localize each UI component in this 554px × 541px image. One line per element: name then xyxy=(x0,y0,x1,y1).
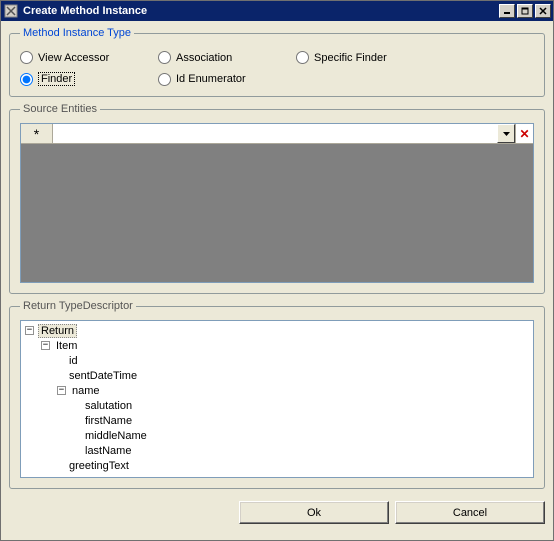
row-marker: * xyxy=(21,124,53,143)
radio-finder-label: Finder xyxy=(38,72,75,86)
minimize-button[interactable] xyxy=(499,4,515,18)
tree-node-sentdatetime[interactable]: sentDateTime xyxy=(67,370,139,382)
tree-node-firstname[interactable]: firstName xyxy=(83,415,134,427)
source-entity-dropdown-button[interactable] xyxy=(497,124,515,143)
source-entity-delete-button[interactable]: ✕ xyxy=(515,124,533,143)
source-entities-empty-area xyxy=(21,144,533,282)
method-type-legend: Method Instance Type xyxy=(20,27,134,39)
radio-view-accessor[interactable]: View Accessor xyxy=(20,51,158,64)
tree-node-middlename[interactable]: middleName xyxy=(83,430,149,442)
expand-icon[interactable]: − xyxy=(57,386,66,395)
radio-finder-input[interactable] xyxy=(20,73,33,86)
ok-button[interactable]: Ok xyxy=(239,501,389,524)
return-type-legend: Return TypeDescriptor xyxy=(20,300,136,312)
tree-node-greetingtext[interactable]: greetingText xyxy=(67,460,131,472)
return-type-tree[interactable]: − Return − Item id sentDateTime − name xyxy=(20,320,534,478)
source-entities-row: * ✕ xyxy=(21,124,533,144)
expand-icon[interactable]: − xyxy=(25,326,34,335)
expand-icon[interactable]: − xyxy=(41,341,50,350)
tree-node-name[interactable]: name xyxy=(70,385,102,397)
radio-id-enumerator-label: Id Enumerator xyxy=(176,73,246,85)
title-bar: Create Method Instance xyxy=(1,1,553,21)
cancel-button[interactable]: Cancel xyxy=(395,501,545,524)
source-entity-input[interactable] xyxy=(53,124,497,143)
tree-node-id[interactable]: id xyxy=(67,355,80,367)
radio-association[interactable]: Association xyxy=(158,51,296,64)
radio-specific-finder-input[interactable] xyxy=(296,51,309,64)
radio-id-enumerator[interactable]: Id Enumerator xyxy=(158,72,296,86)
return-type-group: Return TypeDescriptor − Return − Item id… xyxy=(9,300,545,489)
maximize-button[interactable] xyxy=(517,4,533,18)
radio-view-accessor-label: View Accessor xyxy=(38,52,109,64)
radio-association-label: Association xyxy=(176,52,232,64)
tree-node-item[interactable]: Item xyxy=(54,340,79,352)
radio-association-input[interactable] xyxy=(158,51,171,64)
radio-specific-finder[interactable]: Specific Finder xyxy=(296,51,446,64)
delete-x-icon: ✕ xyxy=(519,127,529,141)
radio-specific-finder-label: Specific Finder xyxy=(314,52,387,64)
tree-node-salutation[interactable]: salutation xyxy=(83,400,134,412)
method-instance-type-group: Method Instance Type View Accessor Assoc… xyxy=(9,27,545,97)
tree-node-return[interactable]: Return xyxy=(38,324,77,338)
radio-id-enumerator-input[interactable] xyxy=(158,73,171,86)
close-button[interactable] xyxy=(535,4,551,18)
app-icon xyxy=(3,3,19,19)
source-entities-group: Source Entities * ✕ xyxy=(9,103,545,294)
radio-view-accessor-input[interactable] xyxy=(20,51,33,64)
source-entities-legend: Source Entities xyxy=(20,103,100,115)
tree-node-lastname[interactable]: lastName xyxy=(83,445,133,457)
window-title: Create Method Instance xyxy=(23,5,499,17)
radio-finder[interactable]: Finder xyxy=(20,72,158,86)
source-entities-grid: * ✕ xyxy=(20,123,534,283)
